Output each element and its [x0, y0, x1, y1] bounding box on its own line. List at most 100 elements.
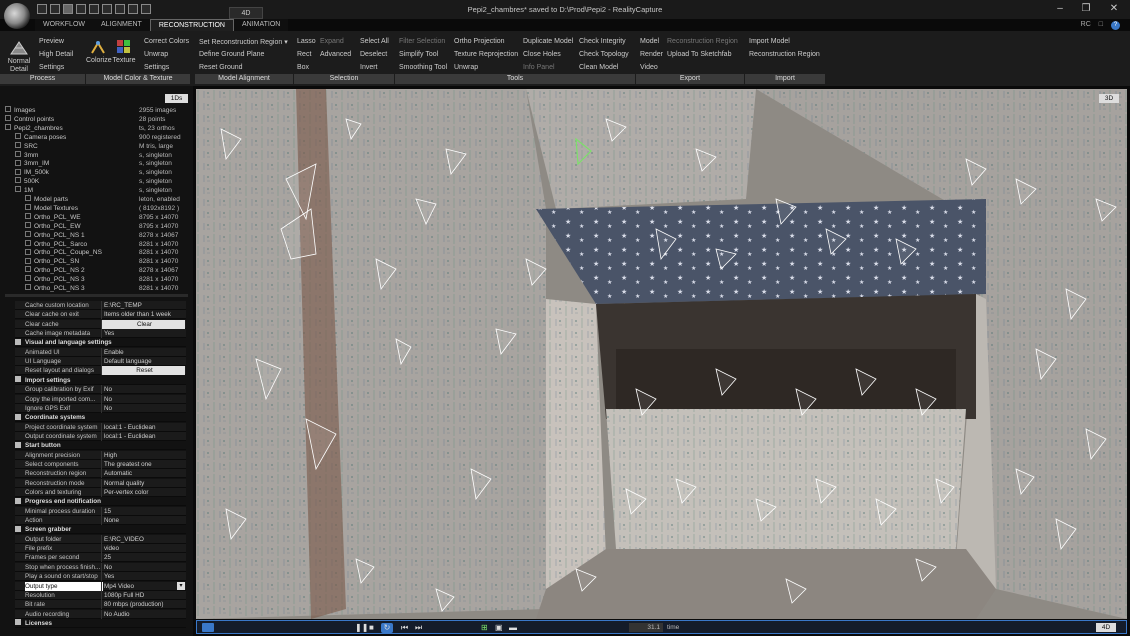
setting-value[interactable]: No	[101, 562, 185, 572]
settings-row[interactable]: Group calibration by Exif No	[15, 385, 186, 395]
ortho-projection-button[interactable]: Ortho Projection	[454, 38, 505, 45]
tree-row[interactable]: Control points 28 points	[5, 115, 188, 124]
minimize-icon[interactable]: –	[1053, 3, 1067, 14]
export-reconstruction-region-button[interactable]: Reconstruction Region	[667, 38, 738, 45]
tree-row[interactable]: Ortho_PCL_SN 8281 x 14070	[5, 257, 188, 266]
tree-row[interactable]: SRC M tris, large	[5, 141, 188, 151]
project-tree[interactable]: Images 2955 images Control points 28 points…	[5, 94, 188, 294]
panel-splitter[interactable]	[5, 294, 188, 297]
setting-value[interactable]: No	[101, 394, 185, 404]
settings-row[interactable]: Animated UI Enable	[15, 347, 186, 357]
expand-icon[interactable]	[5, 106, 11, 113]
collapse-icon[interactable]	[15, 376, 21, 383]
smoothing-tool-button[interactable]: Smoothing Tool	[399, 64, 447, 71]
settings-row[interactable]: Minimal process duration 15	[15, 506, 186, 516]
settings-row[interactable]: Frames per second 25	[15, 553, 186, 563]
normal-detail-button[interactable]: Normal Detail	[4, 40, 34, 74]
settings-row[interactable]: Ignore GPS Exif No	[15, 403, 186, 413]
settings-row[interactable]: Colors and texturing Per-vertex color	[15, 488, 186, 497]
expand-button[interactable]: Expand	[320, 38, 344, 45]
setting-value[interactable]: local:1 - Euclidean	[101, 431, 185, 441]
expand-icon[interactable]	[5, 115, 11, 122]
setting-value[interactable]: The greatest one	[101, 459, 185, 469]
tree-row[interactable]: Ortho_PCL_NS 3 8281 x 14070	[5, 275, 188, 284]
clean-model-button[interactable]: Clean Model	[579, 64, 618, 71]
setting-value[interactable]: 25	[101, 553, 185, 563]
advanced-button[interactable]: Advanced	[320, 51, 351, 58]
setting-value[interactable]: E:\RC_VIDEO	[101, 534, 185, 544]
box-button[interactable]: Box	[297, 64, 309, 71]
setting-value[interactable]: None	[101, 516, 185, 526]
texture-reprojection-button[interactable]: Texture Reprojection	[454, 51, 518, 58]
rect-button[interactable]: Rect	[297, 51, 311, 58]
setting-button[interactable]: Reset	[101, 366, 185, 376]
colorize-button[interactable]: Colorize	[86, 39, 112, 65]
settings-row[interactable]: Select components The greatest one	[15, 459, 186, 469]
expand-icon[interactable]	[25, 257, 31, 264]
settings-row[interactable]: Play a sound on start/stop Yes	[15, 572, 186, 582]
check-topology-button[interactable]: Check Topology	[579, 51, 629, 58]
settings-section[interactable]: Visual and language settings	[15, 338, 186, 348]
tree-row[interactable]: Model parts leton, enabled	[5, 195, 188, 204]
collapse-icon[interactable]	[15, 413, 21, 420]
info-panel-button[interactable]: Info Panel	[523, 64, 555, 71]
define-ground-plane-button[interactable]: Define Ground Plane	[199, 51, 264, 58]
clip-icon[interactable]: ▬	[509, 623, 517, 632]
setting-value[interactable]: Default language	[101, 357, 185, 367]
settings-row[interactable]: Reconstruction mode Normal quality	[15, 478, 186, 488]
prev-frame-icon[interactable]: ⏮	[401, 623, 408, 632]
reset-ground-button[interactable]: Reset Ground	[199, 64, 243, 71]
check-integrity-button[interactable]: Check Integrity	[579, 38, 626, 45]
expand-icon[interactable]	[25, 248, 31, 255]
tree-row[interactable]: Ortho_PCL_NS 1 8278 x 14067	[5, 230, 188, 240]
loop-icon[interactable]: ↻	[381, 623, 393, 633]
tree-row[interactable]: Ortho_PCL_NS 2 8278 x 14067	[5, 266, 188, 275]
setting-button[interactable]: Clear	[101, 319, 185, 329]
close-holes-button[interactable]: Close Holes	[523, 51, 561, 58]
expand-icon[interactable]	[25, 204, 31, 211]
lasso-button[interactable]: Lasso	[297, 38, 316, 45]
texture-button[interactable]: Texture	[111, 39, 137, 65]
settings-row[interactable]: Audio recording No Audio	[15, 609, 186, 619]
maximize-icon[interactable]: ❐	[1079, 3, 1093, 14]
tree-row[interactable]: 3mm_IM s, singleton	[5, 159, 188, 168]
dropdown-arrow-icon[interactable]: ▾	[177, 581, 185, 590]
settings-row[interactable]: Stop when process finish... No	[15, 562, 186, 572]
collapse-icon[interactable]	[15, 441, 21, 448]
export-model-button[interactable]: Model	[640, 38, 659, 45]
tree-row[interactable]: IM_500k s, singleton	[5, 168, 188, 177]
collapse-icon[interactable]	[15, 338, 21, 345]
settings-row[interactable]: Cache image metadata Yes	[15, 329, 186, 339]
settings-section[interactable]: Import settings	[15, 375, 186, 385]
settings-row[interactable]: File prefix video	[15, 544, 186, 554]
settings-section[interactable]: Screen grabber	[15, 525, 186, 535]
preview-button[interactable]: Preview	[39, 38, 64, 45]
expand-icon[interactable]	[25, 284, 31, 291]
process-settings-button[interactable]: Settings	[39, 64, 64, 71]
setting-dropdown[interactable]: Mp4 Video	[101, 581, 185, 591]
setting-value[interactable]: 1080p Full HD	[101, 590, 185, 600]
select-all-button[interactable]: Select All	[360, 38, 389, 45]
expand-icon[interactable]	[25, 195, 31, 202]
video-button[interactable]: Video	[640, 64, 658, 71]
setting-value[interactable]: 15	[101, 506, 185, 516]
tree-row[interactable]: Ortho_PCL_NS 3 8281 x 14070	[5, 284, 188, 293]
setting-value[interactable]: Yes	[101, 329, 185, 339]
settings-row[interactable]: Output coordinate system local:1 - Euclid…	[15, 431, 186, 441]
setting-value[interactable]: Enable	[101, 347, 185, 357]
timeline-menu-icon[interactable]	[202, 623, 214, 632]
tree-row[interactable]: Ortho_PCL_Sarco 8281 x 14070	[5, 239, 188, 249]
settings-panel[interactable]: Cache custom location E:\RC_TEMP Clear cac…	[15, 301, 186, 631]
setting-value[interactable]: No	[101, 385, 185, 395]
expand-icon[interactable]	[25, 221, 31, 228]
app-logo-icon[interactable]	[4, 3, 30, 29]
upload-sketchfab-button[interactable]: Upload To Sketchfab	[667, 51, 731, 58]
next-frame-icon[interactable]: ⏭	[415, 623, 422, 632]
tree-row[interactable]: Ortho_PCL_Coupe_NS 8281 x 14070	[5, 248, 188, 257]
tree-row[interactable]: Camera poses 900 registered	[5, 132, 188, 142]
setting-value[interactable]: Items older than 1 week	[101, 310, 185, 320]
set-reconstruction-region-button[interactable]: Set Reconstruction Region ▾	[199, 38, 288, 46]
setting-value[interactable]: Normal quality	[101, 478, 185, 488]
tree-row[interactable]: Ortho_PCL_EW 8795 x 14070	[5, 221, 188, 231]
filter-selection-button[interactable]: Filter Selection	[399, 38, 445, 45]
